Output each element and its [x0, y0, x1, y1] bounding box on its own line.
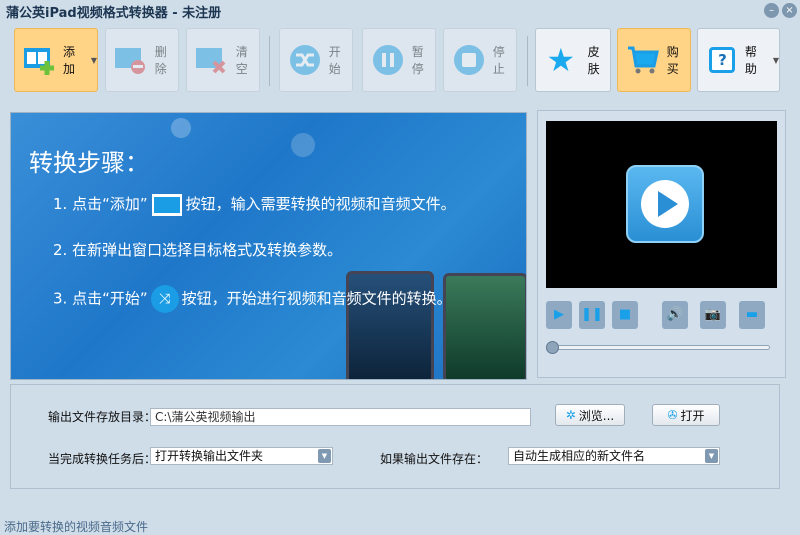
open-button[interactable]: ✇ 打开 [652, 404, 720, 426]
output-dir-label: 输出文件存放目录： [48, 410, 157, 424]
close-button[interactable]: × [782, 3, 797, 18]
pause-button[interactable]: 暂停 [362, 28, 436, 92]
step-1: 1. 点击“添加” 按钮，输入需要转换的视频和音频文件。 [53, 193, 456, 216]
toolbar-separator [269, 36, 270, 86]
pause-label: 暂停 [411, 45, 424, 76]
pause-icon [371, 42, 406, 78]
instruction-banner: 转换步骤： 1. 点击“添加” 按钮，输入需要转换的视频和音频文件。 2. 在新弹… [10, 112, 527, 380]
add-film-icon [151, 193, 182, 216]
shuffle-icon: ⤨ [150, 285, 179, 313]
browse-icon: ✲ [565, 408, 576, 422]
add-label: 添加 [63, 45, 76, 76]
toolbar-separator [527, 36, 528, 86]
window-title: 蒲公英iPad视频格式转换器 - 未注册 [6, 6, 222, 21]
minimize-button[interactable]: – [764, 3, 779, 18]
volume-icon[interactable]: 🔊 [662, 301, 688, 329]
buy-label: 购买 [666, 45, 679, 76]
ipad-image [443, 273, 526, 379]
output-dir-input[interactable]: C:\蒲公英视频输出 [150, 408, 531, 426]
after-task-label: 当完成转换任务后： [48, 452, 157, 466]
add-button[interactable]: 添加 ▼ [14, 28, 98, 92]
if-exists-label: 如果输出文件存在： [380, 452, 489, 466]
after-task-select[interactable]: 打开转换输出文件夹 ▼ [150, 447, 333, 465]
help-button[interactable]: ? 帮助 ▼ [697, 28, 780, 92]
help-label: 帮助 [744, 45, 757, 76]
cart-icon [626, 42, 661, 78]
delete-button[interactable]: 删除 [105, 28, 179, 92]
add-film-icon [23, 42, 57, 78]
skin-button[interactable]: ★ 皮肤 [535, 28, 611, 92]
start-button[interactable]: 开始 [279, 28, 353, 92]
film-reel-icon: ✇ [667, 408, 678, 422]
status-bar-text: 添加要转换的视频音频文件 [4, 520, 149, 534]
camera-icon[interactable]: 📷 [700, 301, 726, 329]
stop-label: 停止 [492, 45, 505, 76]
clear-label: 清空 [235, 45, 248, 76]
seek-slider[interactable] [548, 345, 770, 350]
if-exists-select[interactable]: 自动生成相应的新文件名 ▼ [508, 447, 720, 465]
dropdown-arrow-icon[interactable]: ▼ [91, 56, 97, 65]
play-icon[interactable] [626, 165, 704, 243]
star-icon: ★ [546, 41, 576, 79]
stop-button-small[interactable]: ■ [612, 301, 638, 329]
settings-panel [10, 384, 780, 489]
chevron-down-icon[interactable]: ▼ [318, 449, 331, 463]
delete-label: 删除 [154, 45, 167, 76]
delete-film-icon [114, 42, 149, 78]
seek-handle[interactable] [546, 341, 559, 354]
video-preview [546, 121, 777, 288]
player-panel: ▶ ❚❚ ■ 🔊 📷 ▬ [537, 110, 786, 378]
banner-heading: 转换步骤： [29, 149, 149, 177]
buy-button[interactable]: 购买 [617, 28, 691, 92]
folder-icon[interactable]: ▬ [739, 301, 765, 329]
stop-icon [452, 42, 487, 78]
skin-label: 皮肤 [587, 45, 600, 76]
step-2: 2. 在新弹出窗口选择目标格式及转换参数。 [53, 241, 343, 259]
clear-film-icon [195, 42, 230, 78]
pause-button-small[interactable]: ❚❚ [579, 301, 605, 329]
browse-button[interactable]: ✲ 浏览... [555, 404, 625, 426]
chevron-down-icon[interactable]: ▼ [705, 449, 718, 463]
help-icon: ? [706, 42, 739, 78]
stop-button[interactable]: 停止 [443, 28, 517, 92]
start-label: 开始 [328, 45, 341, 76]
step-3: 3. 点击“开始” ⤨ 按钮，开始进行视频和音频文件的转换。 [53, 285, 452, 313]
clear-button[interactable]: 清空 [186, 28, 260, 92]
shuffle-icon [288, 42, 323, 78]
dropdown-arrow-icon[interactable]: ▼ [773, 56, 779, 65]
play-button[interactable]: ▶ [546, 301, 572, 329]
